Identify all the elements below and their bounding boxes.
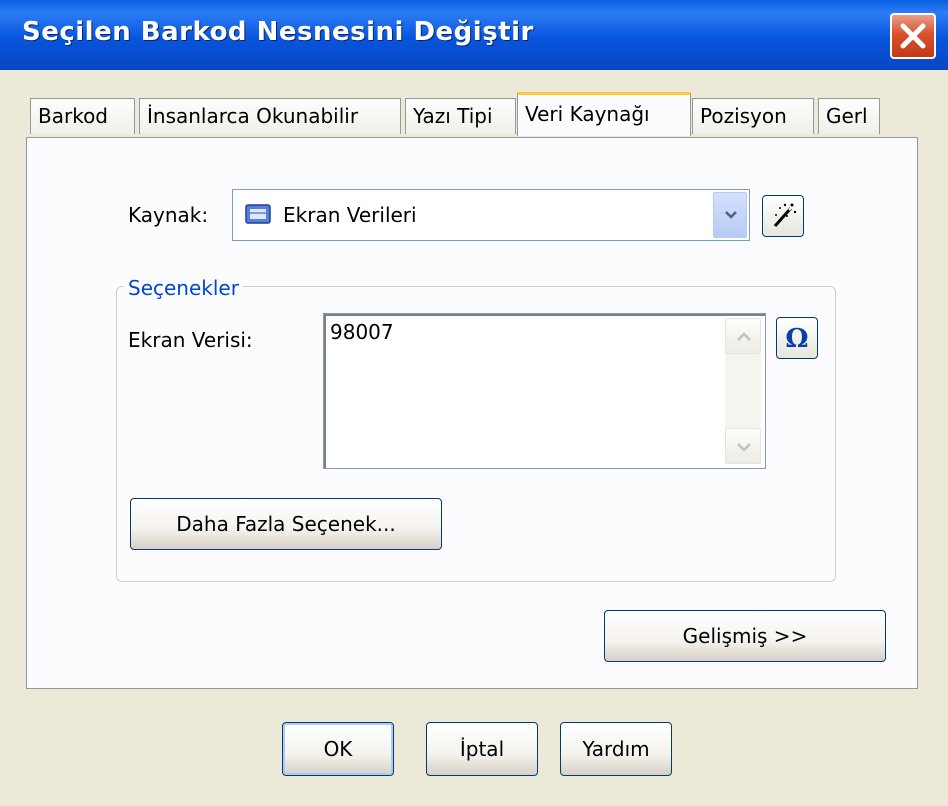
source-selected-value: Ekran Verileri <box>283 203 417 227</box>
chevron-down-icon <box>737 443 751 452</box>
tab-font[interactable]: Yazı Tipi <box>405 98 516 134</box>
screen-data-label: Ekran Verisi: <box>128 328 253 352</box>
omega-icon: Ω <box>785 324 808 354</box>
special-character-button[interactable]: Ω <box>776 317 818 359</box>
scroll-up-button[interactable] <box>725 318 761 354</box>
title-bar[interactable]: Seçilen Barkod Nesnesini Değiştir <box>0 0 948 70</box>
chevron-down-icon <box>725 211 737 219</box>
screen-data-value: 98007 <box>330 320 394 344</box>
tab-human-readable[interactable]: İnsanlarca Okunabilir <box>139 98 401 134</box>
data-source-wizard-button[interactable] <box>762 195 804 237</box>
tab-barkod[interactable]: Barkod <box>30 98 135 134</box>
help-button[interactable]: Yardım <box>560 722 672 776</box>
cancel-button[interactable]: İptal <box>426 722 538 776</box>
chevron-up-icon <box>737 332 751 341</box>
textarea-scrollbar[interactable] <box>725 318 761 464</box>
source-label: Kaynak: <box>128 203 209 227</box>
tab-gerl[interactable]: Gerl <box>818 98 880 134</box>
more-options-button[interactable]: Daha Fazla Seçenek... <box>130 498 442 550</box>
tab-position[interactable]: Pozisyon <box>692 98 814 134</box>
window-title: Seçilen Barkod Nesnesini Değiştir <box>22 17 534 47</box>
ok-button[interactable]: OK <box>282 722 394 776</box>
svg-text:Ω: Ω <box>785 324 808 354</box>
advanced-button[interactable]: Gelişmiş >> <box>604 610 886 662</box>
scroll-down-button[interactable] <box>725 428 761 464</box>
screen-data-icon <box>245 204 271 228</box>
dialog-window: Seçilen Barkod Nesnesini Değiştir Barkod… <box>0 0 948 806</box>
dropdown-arrow-button[interactable] <box>713 192 747 238</box>
options-legend: Seçenekler <box>124 276 243 300</box>
close-icon <box>900 23 926 49</box>
screen-data-textarea[interactable]: 98007 <box>323 313 766 469</box>
magic-wand-icon <box>773 203 797 227</box>
tab-data-source[interactable]: Veri Kaynağı <box>517 92 691 136</box>
close-button[interactable] <box>890 13 936 59</box>
source-dropdown[interactable]: Ekran Verileri <box>232 189 750 241</box>
